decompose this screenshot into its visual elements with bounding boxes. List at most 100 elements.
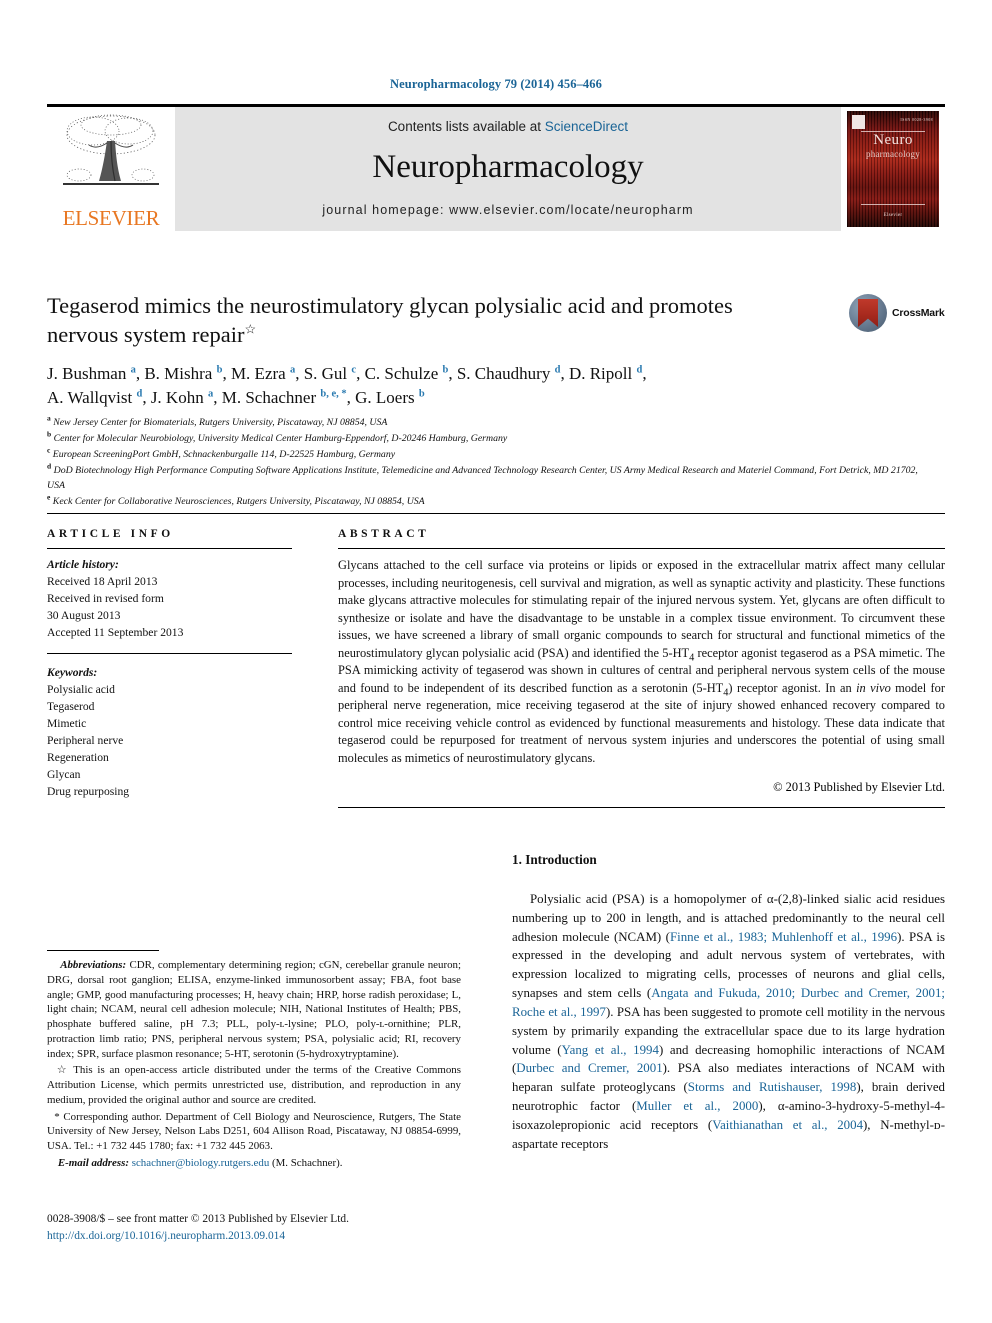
footnotes-column: Abbreviations: CDR, complementary determ… bbox=[47, 950, 461, 1173]
author-affil-mark[interactable]: a bbox=[131, 364, 136, 376]
keyword-item: Glycan bbox=[47, 768, 81, 782]
keyword-item: Peripheral nerve bbox=[47, 734, 124, 748]
affiliation-mark: c bbox=[47, 445, 51, 455]
open-access-marker: ☆ bbox=[56, 1064, 69, 1077]
citation-link[interactable]: Finne et al., 1983; Muhlenhoff et al., 1… bbox=[670, 930, 897, 944]
affiliation-text: Center for Molecular Neurobiology, Unive… bbox=[53, 432, 508, 444]
author-name: M. Schachner bbox=[221, 388, 317, 408]
affiliation-mark: a bbox=[47, 413, 51, 423]
author-affil-mark[interactable]: a bbox=[208, 388, 213, 400]
author-name: J. Bushman bbox=[47, 364, 127, 383]
keywords-block: Keywords: Polysialic acid Tegaserod Mime… bbox=[47, 653, 292, 800]
history-item: Received in revised form bbox=[47, 592, 164, 606]
author-affil-mark[interactable]: b bbox=[419, 388, 425, 400]
journal-masthead: ELSEVIER Contents lists available at Sci… bbox=[47, 104, 945, 231]
affiliation-text: Keck Center for Collaborative Neuroscien… bbox=[52, 496, 425, 508]
author-item: M. Schachner b, e, * bbox=[222, 388, 347, 407]
affiliation-item: b Center for Molecular Neurobiology, Uni… bbox=[47, 430, 937, 447]
citation-link[interactable]: Storms and Rutishauser, 1998 bbox=[688, 1080, 857, 1094]
footnote-corresponding-author: * Corresponding author. Department of Ce… bbox=[47, 1110, 461, 1154]
cover-rule-bottom bbox=[861, 204, 925, 205]
abstract-copyright: © 2013 Published by Elsevier Ltd. bbox=[773, 779, 945, 794]
corresponding-text: Corresponding author. Department of Cell… bbox=[47, 1110, 461, 1153]
author-affil-mark[interactable]: d bbox=[136, 388, 142, 400]
author-name: S. Chaudhury bbox=[456, 364, 551, 383]
introduction-paragraph: Polysialic acid (PSA) is a homopolymer o… bbox=[512, 890, 945, 1154]
citation-link[interactable]: Durbec and Cremer, 2001 bbox=[516, 1061, 662, 1075]
author-name: S. Gul bbox=[303, 364, 348, 383]
elsevier-tree-icon bbox=[63, 114, 159, 185]
affiliation-item: a New Jersey Center for Biomaterials, Ru… bbox=[47, 413, 937, 431]
author-affil-mark[interactable]: c bbox=[351, 364, 356, 376]
author-item: G. Loers b bbox=[355, 388, 425, 407]
citation-link[interactable]: Yang et al., 1994 bbox=[562, 1043, 659, 1057]
author-item: J. Kohn a bbox=[151, 388, 213, 407]
affiliation-text: DoD Biotechnology High Performance Compu… bbox=[47, 464, 918, 492]
crossmark-icon bbox=[849, 294, 887, 332]
open-access-text: This is an open-access article distribut… bbox=[47, 1064, 461, 1106]
author-item: D. Ripoll d bbox=[569, 364, 642, 383]
masthead-center: Contents lists available at ScienceDirec… bbox=[175, 107, 841, 231]
footnote-open-access: ☆ This is an open-access article distrib… bbox=[47, 1063, 461, 1107]
abstract-column: ABSTRACT Glycans attached to the cell su… bbox=[338, 528, 945, 808]
author-affil-mark[interactable]: b bbox=[443, 364, 449, 376]
title-footnote-marker: ☆ bbox=[244, 321, 257, 337]
affiliation-text: New Jersey Center for Biomaterials, Rutg… bbox=[53, 417, 388, 428]
footnote-abbreviations: Abbreviations: CDR, complementary determ… bbox=[47, 958, 461, 1061]
history-item: 30 August 2013 bbox=[47, 609, 121, 623]
abbreviations-label: Abbreviations: bbox=[60, 959, 127, 971]
keyword-item: Tegaserod bbox=[47, 700, 95, 714]
author-item: S. Chaudhury d bbox=[457, 364, 561, 383]
author-affil-mark[interactable]: d bbox=[636, 364, 642, 376]
info-section-divider bbox=[47, 513, 945, 514]
cover-issn-text: ISSN 0028-3908 bbox=[900, 117, 933, 122]
author-affil-mark[interactable]: b bbox=[217, 364, 223, 376]
introduction-heading: 1. Introduction bbox=[512, 852, 597, 867]
abstract-part-1: Glycans attached to the cell surface via… bbox=[338, 558, 945, 660]
journal-title: Neuropharmacology bbox=[372, 149, 644, 185]
journal-homepage: journal homepage: www.elsevier.com/locat… bbox=[322, 203, 694, 217]
cover-publisher-text: Elsevier bbox=[883, 213, 903, 218]
paper-page: Neuropharmacology 79 (2014) 456–466 ELSE… bbox=[0, 0, 992, 1323]
author-item: B. Mishra b bbox=[144, 364, 222, 383]
abstract-italic-invivo: in vivo bbox=[856, 680, 891, 695]
affiliation-list: a New Jersey Center for Biomaterials, Ru… bbox=[47, 413, 937, 510]
author-name: M. Ezra bbox=[230, 364, 286, 383]
citation-link[interactable]: Muller et al., 2000 bbox=[636, 1099, 758, 1113]
doi-link[interactable]: http://dx.doi.org/10.1016/j.neuropharm.2… bbox=[47, 1230, 285, 1242]
article-history: Article history: Received 18 April 2013 … bbox=[47, 549, 292, 641]
issn-line: 0028-3908/$ – see front matter © 2013 Pu… bbox=[47, 1213, 349, 1225]
author-item: A. Wallqvist d bbox=[47, 388, 142, 407]
crossmark-badge[interactable]: CrossMark bbox=[849, 292, 945, 334]
crossmark-label: CrossMark bbox=[892, 307, 945, 319]
author-name: J. Kohn bbox=[150, 388, 204, 408]
introduction-column: 1. Introduction Polysialic acid (PSA) is… bbox=[512, 852, 945, 1154]
author-name: B. Mishra bbox=[144, 364, 213, 383]
affiliation-text: European ScreeningPort GmbH, Schnackenbu… bbox=[52, 448, 396, 460]
journal-cover-thumbnail: ISSN 0028-3908 Neuro pharmacology Elsevi… bbox=[841, 107, 945, 231]
abstract-text: Glycans attached to the cell surface via… bbox=[338, 549, 945, 768]
author-item: M. Ezra a bbox=[231, 364, 295, 383]
footnote-email: E-mail address: schachner@biology.rutger… bbox=[47, 1156, 461, 1171]
affiliation-item: d DoD Biotechnology High Performance Com… bbox=[47, 462, 937, 495]
sciencedirect-link[interactable]: ScienceDirect bbox=[545, 119, 628, 134]
article-info-column: ARTICLE INFO Article history: Received 1… bbox=[47, 528, 292, 800]
keyword-item: Drug repurposing bbox=[47, 785, 130, 799]
contents-prefix: Contents lists available at bbox=[387, 119, 545, 134]
email-link[interactable]: schachner@biology.rutgers.edu bbox=[132, 1157, 270, 1169]
cover-title: Neuro pharmacology bbox=[847, 132, 939, 159]
running-head: Neuropharmacology 79 (2014) 456–466 bbox=[390, 77, 602, 91]
author-affil-mark[interactable]: b, e, * bbox=[320, 388, 346, 400]
author-affil-mark[interactable]: a bbox=[290, 364, 295, 376]
email-suffix: (M. Schachner). bbox=[269, 1156, 343, 1169]
author-name: A. Wallqvist bbox=[47, 388, 133, 408]
citation-link[interactable]: Vaithianathan et al., 2004 bbox=[712, 1118, 863, 1132]
author-affil-mark[interactable]: d bbox=[555, 364, 561, 376]
affiliation-item: e Keck Center for Collaborative Neurosci… bbox=[47, 494, 937, 510]
author-name: C. Schulze bbox=[364, 364, 439, 383]
cover-publisher-badge bbox=[852, 115, 865, 129]
abstract-end-divider bbox=[338, 806, 945, 808]
keyword-item: Polysialic acid bbox=[47, 683, 115, 697]
footnote-divider bbox=[47, 950, 159, 951]
keywords-label: Keywords: bbox=[47, 666, 98, 680]
